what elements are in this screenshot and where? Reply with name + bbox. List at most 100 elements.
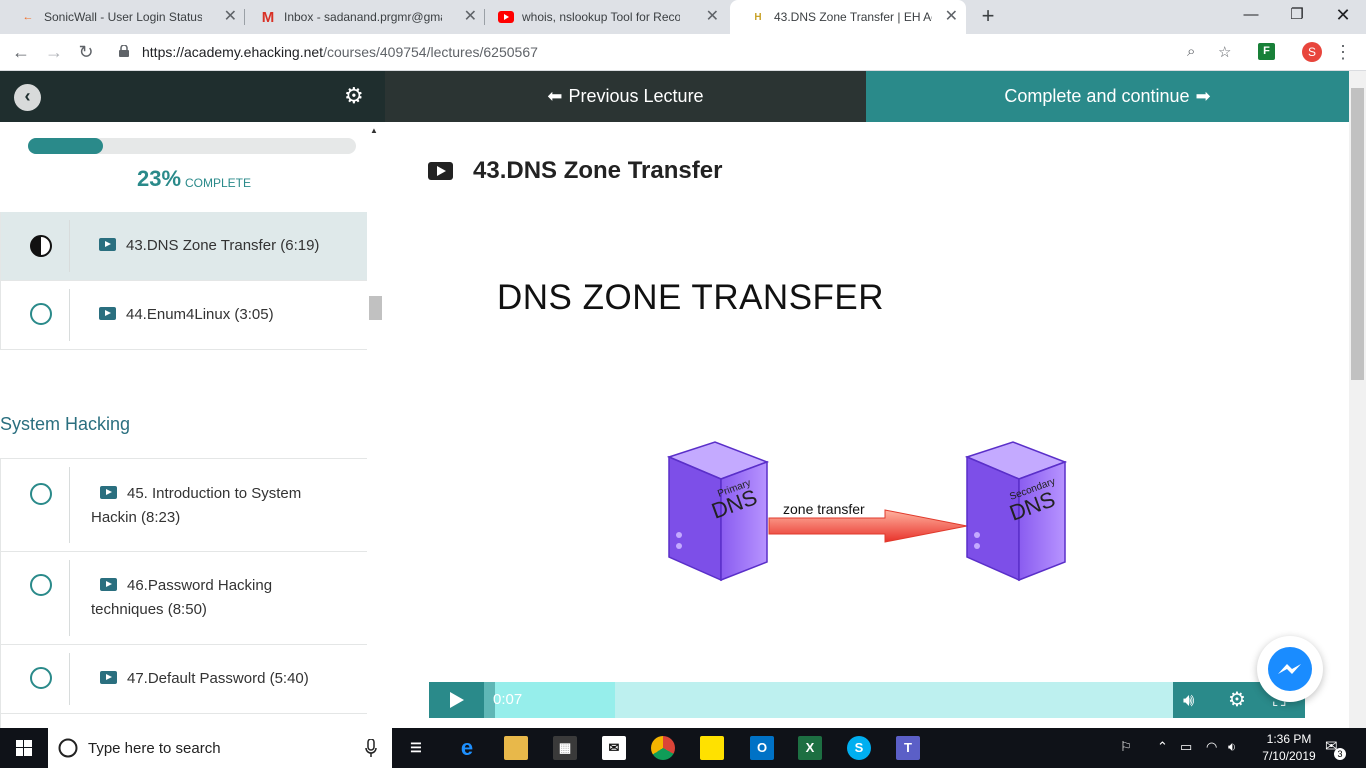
back-arrow-icon[interactable]: ← (8, 39, 34, 65)
close-window-icon[interactable]: ✕ (1320, 0, 1366, 32)
play-button[interactable] (429, 682, 484, 718)
tab-title: 43.DNS Zone Transfer | EH Acade (774, 10, 932, 24)
file-explorer-icon[interactable] (504, 736, 528, 760)
speaker-icon[interactable]: 🔉︎ (1228, 739, 1236, 755)
lecture-item[interactable]: 47.Default Password (5:40) (0, 645, 367, 714)
browser-tab-strip: ← SonicWall - User Login Status ✕ M Inbo… (0, 0, 1366, 34)
lecture-content: 43.DNS Zone Transfer DNS ZONE TRANSFER P… (385, 122, 1349, 728)
teams-icon[interactable]: T (896, 736, 920, 760)
wifi-icon[interactable]: ◠ (1206, 739, 1217, 755)
close-tab-icon[interactable]: ✕ (706, 9, 719, 25)
browser-tab[interactable]: whois, nslookup Tool for Recon || ✕ (478, 0, 727, 34)
arrow-right-icon: ➡ (1195, 86, 1211, 106)
row-divider (69, 653, 70, 705)
back-to-course-button[interactable]: ‹ (14, 84, 41, 111)
half-complete-status-icon (30, 235, 52, 257)
close-tab-icon[interactable]: ✕ (224, 9, 237, 25)
lecture-item[interactable]: 45. Introduction to System Hackin (8:23) (0, 458, 367, 552)
lecture-item[interactable]: 44.Enum4Linux (3:05) (0, 281, 367, 350)
settings-gear-icon[interactable]: ⚙ (1228, 689, 1246, 711)
scroll-up-arrow-icon[interactable]: ▲ (370, 126, 378, 135)
lecture-item[interactable]: 46.Password Hacking techniques (8:50) (0, 552, 367, 645)
system-clock[interactable]: 1:36 PM 7/10/2019 (1258, 731, 1320, 765)
sidebar-scrollbar-thumb[interactable] (369, 296, 382, 320)
close-tab-icon[interactable]: ✕ (464, 9, 477, 25)
lecture-title: 43.DNS Zone Transfer (473, 157, 723, 184)
gear-icon[interactable]: ⚙ (344, 85, 364, 107)
lecture-title-line1: 45. Introduction to System (127, 485, 302, 502)
complete-and-continue-label: Complete and continue (1004, 86, 1190, 106)
complete-and-continue-button[interactable]: Complete and continue ➡ (866, 71, 1349, 122)
secondary-dns-server-icon: Secondary DNS (964, 441, 1068, 582)
incomplete-status-icon (30, 303, 52, 325)
skype-icon[interactable]: S (847, 736, 871, 760)
taskbar-search-box[interactable]: Type here to search (48, 728, 392, 768)
notification-count-badge: 3 (1334, 748, 1346, 760)
profile-avatar[interactable]: S (1302, 42, 1322, 62)
browser-tab[interactable]: ← SonicWall - User Login Status ✕ (0, 0, 245, 34)
video-icon (99, 238, 116, 251)
arrow-left-icon: ⬅ (547, 86, 563, 106)
search-placeholder: Type here to search (88, 740, 221, 757)
youtube-icon (498, 9, 514, 25)
arrow-label: zone transfer (783, 501, 865, 517)
row-divider (69, 220, 70, 272)
url-host: https://academy.ehacking.net (142, 44, 324, 60)
close-tab-icon[interactable]: ✕ (945, 9, 958, 25)
row-divider (69, 560, 70, 636)
bookmark-star-icon[interactable]: ☆ (1218, 43, 1231, 61)
course-progress-fill (28, 138, 104, 154)
tab-title: whois, nslookup Tool for Recon || (522, 10, 680, 24)
excel-icon[interactable]: X (798, 736, 822, 760)
lecture-label: 46.Password Hacking techniques (8:50) (91, 574, 272, 622)
windows-start-button[interactable] (0, 728, 48, 768)
browser-tab[interactable]: M Inbox - sadanand.prgmr@gmail.c ✕ (240, 0, 485, 34)
lecture-title: 43.DNS Zone Transfer (6:19) (126, 237, 320, 254)
chevron-up-icon[interactable]: ⌃ (1157, 739, 1168, 755)
lecture-title-line2: Hackin (8:23) (91, 509, 181, 526)
address-bar[interactable]: https://academy.ehacking.net/courses/409… (108, 37, 1248, 67)
minimize-icon[interactable]: — (1228, 0, 1274, 32)
url-text: https://academy.ehacking.net/courses/409… (142, 44, 538, 60)
tab-title: SonicWall - User Login Status (44, 10, 202, 24)
new-tab-button[interactable]: + (976, 5, 1000, 29)
mail-icon[interactable]: ✉ (602, 736, 626, 760)
chrome-icon[interactable] (651, 736, 675, 760)
lecture-title-line1: 46.Password Hacking (127, 577, 273, 594)
search-icon (58, 738, 78, 758)
outlook-icon[interactable]: O (750, 736, 774, 760)
microphone-icon[interactable] (365, 739, 377, 757)
lecture-title: 47.Default Password (5:40) (127, 670, 309, 687)
lecture-item[interactable] (0, 714, 367, 728)
store-icon[interactable]: ▦ (553, 736, 577, 760)
messenger-chat-button[interactable] (1257, 636, 1323, 702)
row-divider (69, 289, 70, 341)
extension-icon[interactable]: F (1258, 43, 1275, 60)
page-scrollbar-thumb[interactable] (1351, 88, 1364, 380)
task-view-icon[interactable]: ☰ (404, 736, 428, 760)
restore-icon[interactable]: ❐ (1274, 0, 1320, 32)
video-icon (100, 486, 117, 499)
volume-icon[interactable]: 🔊︎ (1183, 689, 1194, 711)
zoom-icon[interactable]: ⌕ (1187, 43, 1195, 60)
browser-tab-active[interactable]: H 43.DNS Zone Transfer | EH Acade ✕ (730, 0, 966, 34)
course-sidebar: 23% COMPLETE 43.DNS Zone Transfer (6:19)… (0, 122, 385, 728)
progress-complete-label: COMPLETE (185, 176, 252, 190)
sidebar-scrollbar[interactable] (367, 122, 385, 728)
forward-arrow-icon[interactable]: → (41, 39, 67, 65)
incomplete-status-icon (30, 667, 52, 689)
lecture-label: 43.DNS Zone Transfer (6:19) (90, 234, 319, 258)
video-icon (99, 307, 116, 320)
lock-icon (119, 45, 129, 57)
edge-browser-icon[interactable]: e (455, 736, 479, 760)
browser-menu-icon[interactable]: ⋮ (1334, 42, 1352, 62)
battery-icon[interactable]: ▭ (1180, 739, 1192, 755)
sticky-notes-icon[interactable] (700, 736, 724, 760)
video-icon (100, 578, 117, 591)
reload-icon[interactable]: ↻ (73, 39, 99, 65)
lecture-item-current[interactable]: 43.DNS Zone Transfer (6:19) (0, 212, 367, 281)
windows-taskbar: Type here to search ☰ e ▦ ✉ O X S T ⚐ ⌃ … (0, 728, 1366, 768)
previous-lecture-button[interactable]: ⬅ Previous Lecture (385, 71, 866, 122)
people-icon[interactable]: ⚐ (1120, 739, 1132, 755)
lecture-label: 47.Default Password (5:40) (91, 667, 309, 691)
